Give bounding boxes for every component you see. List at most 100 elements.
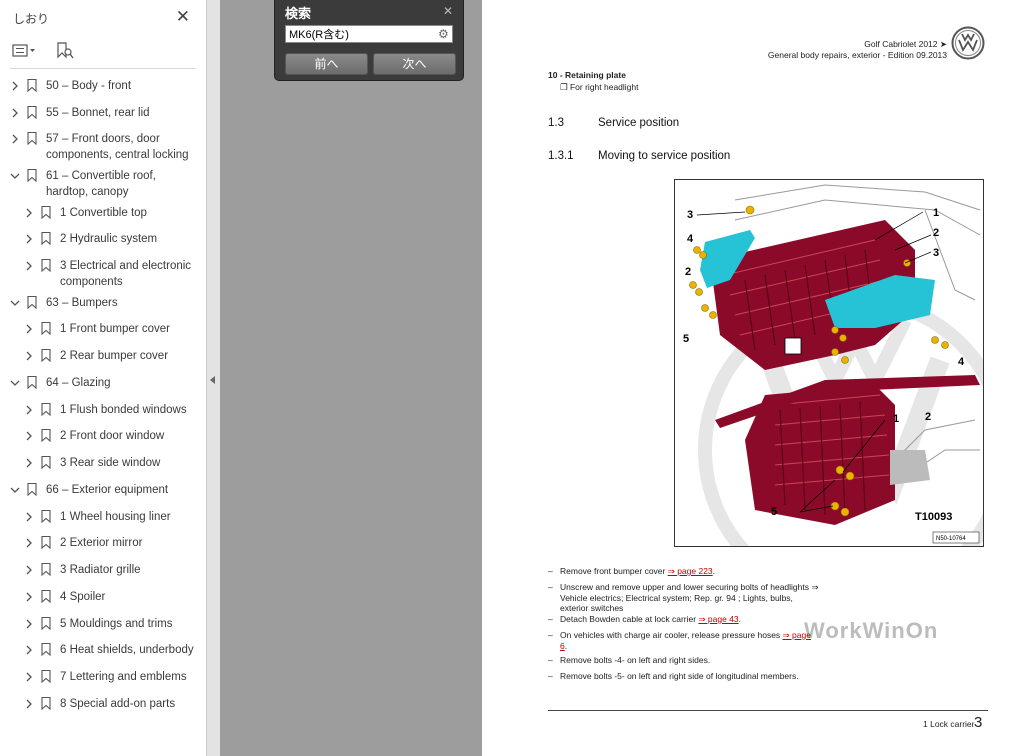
find-dialog: 検索 ✕ MK6(R含む) ⚙ 前へ 次へ	[274, 0, 464, 81]
callout-3: 3	[933, 247, 939, 259]
chevron-right-icon[interactable]	[24, 563, 34, 577]
bookmark-icon	[27, 482, 37, 497]
page-number: 3	[974, 714, 983, 731]
chevron-down-icon[interactable]	[10, 169, 20, 183]
section-number: 1.3	[548, 117, 564, 129]
watermark-text: WorkWinOn	[804, 618, 939, 643]
bookmark-label: 5 Mouldings and trims	[60, 618, 173, 630]
gear-icon[interactable]: ⚙	[438, 27, 449, 41]
chevron-right-icon[interactable]	[24, 349, 34, 363]
bookmark-icon	[41, 428, 51, 443]
bookmark-icon	[27, 168, 37, 183]
next-button[interactable]: 次へ	[373, 53, 456, 75]
bookmark-icon	[41, 669, 51, 684]
chevron-right-icon[interactable]	[24, 403, 34, 417]
step-punctuation: .	[712, 566, 716, 576]
chevron-right-icon[interactable]	[24, 617, 34, 631]
search-input[interactable]: MK6(R含む)	[285, 25, 453, 43]
step-bullet: –	[548, 566, 553, 576]
document-page: Golf Cabriolet 2012 ➤ General body repai…	[482, 0, 1022, 756]
bookmark-icon	[41, 321, 51, 336]
step-bullet: –	[548, 614, 553, 624]
step-text: On vehicles with charge air cooler, rele…	[560, 630, 783, 640]
vw-logo-icon	[951, 26, 985, 60]
page-link[interactable]: ⇒ page 223	[668, 566, 713, 576]
bookmarks-header: しおり ✕	[0, 0, 206, 34]
step-bullet: –	[548, 630, 553, 640]
bookmark-icon	[41, 402, 51, 417]
chevron-right-icon[interactable]	[24, 456, 34, 470]
chevron-right-icon[interactable]	[24, 259, 34, 273]
chevron-right-icon[interactable]	[24, 510, 34, 524]
list-options-icon[interactable]	[12, 42, 36, 60]
footer-section: 1 Lock carrier	[923, 719, 975, 729]
chevron-down-icon[interactable]	[10, 376, 20, 390]
tool-label: T10093	[915, 511, 952, 523]
bookmark-label: 57 – Front doors, door components, centr…	[46, 133, 189, 161]
close-icon[interactable]: ✕	[176, 7, 190, 27]
chevron-right-icon[interactable]	[10, 132, 20, 146]
instruction-step: Unscrew and remove upper and lower secur…	[560, 582, 820, 614]
bookmark-label: 1 Flush bonded windows	[60, 404, 187, 416]
bookmark-label: 1 Wheel housing liner	[60, 511, 171, 523]
chevron-right-icon[interactable]	[10, 79, 20, 93]
bookmark-label: 64 – Glazing	[46, 377, 111, 389]
instruction-step: Detach Bowden cable at lock carrier ⇒ pa…	[560, 614, 820, 625]
bookmark-label: 55 – Bonnet, rear lid	[46, 107, 150, 119]
chevron-right-icon[interactable]	[24, 429, 34, 443]
step-bullet: –	[548, 582, 553, 592]
callout-2: 2	[685, 266, 691, 278]
step-text: Remove bolts -4- on left and right sides…	[560, 655, 711, 665]
chevron-right-icon[interactable]	[24, 536, 34, 550]
service-position-figure: 3 4 2 5 1 2 3 5 4 1 2 5 T10093 N50-10764	[674, 179, 984, 547]
lock-carrier-lower	[715, 375, 980, 525]
callout-1: 1	[893, 413, 899, 425]
bookmark-label: 66 – Exterior equipment	[46, 484, 169, 496]
chevron-right-icon[interactable]	[24, 322, 34, 336]
callout-2: 2	[933, 227, 939, 239]
page-link[interactable]: ⇒ page 43	[698, 614, 738, 624]
bookmark-label: 2 Exterior mirror	[60, 537, 143, 549]
bookmark-icon	[27, 375, 37, 390]
chevron-right-icon[interactable]	[24, 590, 34, 604]
bookmark-icon	[41, 509, 51, 524]
previous-button[interactable]: 前へ	[285, 53, 368, 75]
bookmark-label: 6 Heat shields, underbody	[60, 644, 194, 656]
chevron-right-icon[interactable]	[24, 697, 34, 711]
step-punctuation: .	[564, 640, 568, 651]
bookmark-label: 7 Lettering and emblems	[60, 671, 187, 683]
callout-5: 5	[771, 506, 777, 518]
collapse-arrow-icon[interactable]	[210, 376, 215, 384]
header-model: Golf Cabriolet 2012 ➤	[864, 39, 947, 49]
chevron-down-icon[interactable]	[10, 483, 20, 497]
step-text: Remove front bumper cover	[560, 566, 668, 576]
chevron-right-icon[interactable]	[24, 643, 34, 657]
step-text: Detach Bowden cable at lock carrier	[560, 614, 699, 624]
chevron-right-icon[interactable]	[10, 106, 20, 120]
subsection-number: 1.3.1	[548, 150, 574, 162]
bookmark-search-icon[interactable]	[56, 42, 74, 60]
panel-splitter[interactable]	[207, 0, 220, 756]
bookmark-label: 1 Front bumper cover	[60, 323, 170, 335]
find-title: 検索	[285, 6, 312, 21]
subsection-title: Moving to service position	[598, 150, 731, 162]
close-icon[interactable]: ✕	[443, 4, 453, 18]
header-edition: General body repairs, exterior - Edition…	[767, 50, 947, 60]
step-text: Unscrew and remove upper and lower secur…	[560, 582, 819, 613]
chevron-right-icon[interactable]	[24, 232, 34, 246]
bookmark-label: 3 Rear side window	[60, 457, 161, 469]
bookmark-icon	[27, 78, 37, 93]
chevron-right-icon[interactable]	[24, 206, 34, 220]
bookmark-icon	[41, 348, 51, 363]
bookmark-icon	[41, 205, 51, 220]
bookmark-icon	[41, 258, 51, 273]
chevron-down-icon[interactable]	[10, 296, 20, 310]
viewer-background	[220, 0, 482, 756]
bookmarks-panel: しおり ✕ 50 – Body - front 55 – Bonnet, rear…	[0, 0, 207, 756]
bookmark-icon	[41, 455, 51, 470]
bookmark-label: 50 – Body - front	[46, 80, 132, 92]
step-bullet: –	[548, 655, 553, 665]
chevron-right-icon[interactable]	[24, 670, 34, 684]
callout-5: 5	[683, 333, 689, 345]
bookmark-icon	[41, 642, 51, 657]
